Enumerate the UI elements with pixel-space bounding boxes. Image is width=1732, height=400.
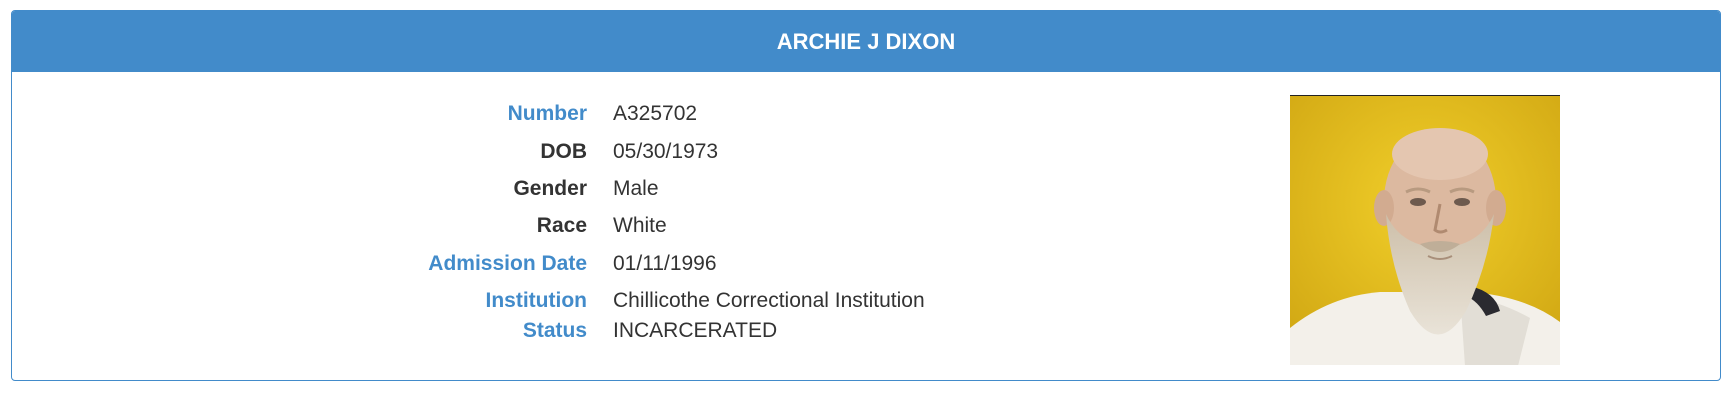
inmate-photo [1290, 95, 1560, 365]
status-value: INCARCERATED [613, 319, 778, 342]
offender-panel: ARCHIE J DIXON Number A325702 DOB 05/30/… [11, 10, 1721, 381]
number-value: A325702 [613, 102, 698, 125]
admission-date-label[interactable]: Admission Date [428, 249, 587, 279]
offender-name-heading: ARCHIE J DIXON [12, 11, 1720, 72]
institution-label[interactable]: Institution [486, 286, 587, 316]
gender-label: Gender [513, 177, 587, 200]
number-label[interactable]: Number [508, 99, 587, 129]
admission-date-value: 01/11/1996 [613, 252, 717, 275]
institution-value: Chillicothe Correctional Institution [613, 289, 925, 312]
dob-value: 05/30/1973 [613, 140, 719, 163]
gender-value: Male [613, 177, 659, 200]
dob-label: DOB [540, 140, 587, 163]
race-label: Race [536, 214, 587, 237]
inmate-photo-icon [1290, 96, 1560, 365]
status-label[interactable]: Status [523, 316, 587, 346]
race-value: White [613, 214, 667, 237]
